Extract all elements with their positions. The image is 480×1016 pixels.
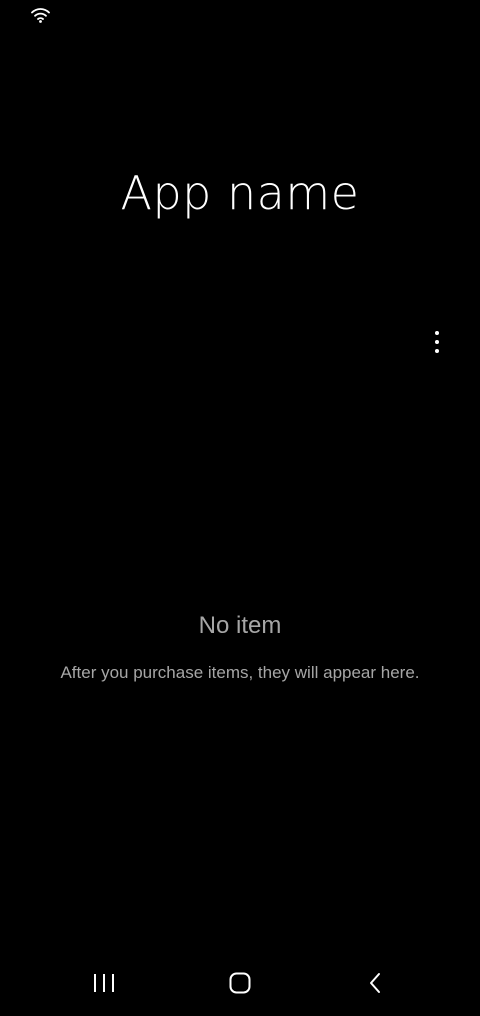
recents-button[interactable] xyxy=(74,950,134,1016)
empty-state-title: No item xyxy=(198,612,282,639)
more-vert-icon-dot xyxy=(435,349,439,353)
navigation-bar xyxy=(0,950,480,1016)
back-button[interactable] xyxy=(345,950,405,1016)
status-bar xyxy=(0,0,480,32)
more-options-button[interactable] xyxy=(421,322,453,362)
home-button[interactable] xyxy=(210,950,270,1016)
empty-state-description: After you purchase items, they will appe… xyxy=(60,663,420,682)
wifi-icon xyxy=(31,8,50,23)
more-vert-icon-dot xyxy=(435,340,439,344)
home-icon xyxy=(229,972,251,994)
recents-icon xyxy=(94,974,114,992)
more-vert-icon xyxy=(435,331,439,335)
back-icon xyxy=(370,973,380,993)
app-title: App name xyxy=(120,166,360,220)
